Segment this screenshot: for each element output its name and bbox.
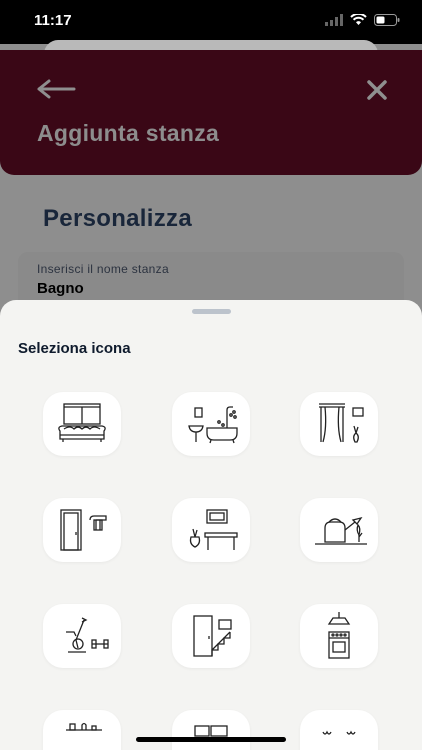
page-title: Aggiunta stanza: [37, 120, 220, 146]
icon-tile-tv-room[interactable]: [172, 710, 250, 750]
icon-tile-gym[interactable]: [43, 604, 121, 668]
signal-icon: [325, 14, 343, 26]
home-indicator[interactable]: [136, 737, 286, 742]
living-room-sofa-icon: [58, 403, 106, 442]
sheet-handle[interactable]: [192, 309, 231, 314]
status-icons: [325, 14, 400, 26]
entrance-door-icon: [60, 509, 107, 551]
icon-tile-bathroom[interactable]: [172, 392, 250, 456]
bedroom-window-icon: [319, 403, 364, 443]
icon-tile-stairs[interactable]: [172, 604, 250, 668]
bathroom-icon: [188, 406, 238, 444]
dining-room-icon: [189, 509, 238, 550]
back-button[interactable]: [36, 76, 76, 102]
gym-exercise-icon: [66, 617, 109, 653]
icon-tile-garden[interactable]: [300, 498, 378, 562]
terrace-icon: [322, 730, 356, 735]
tv-room-icon: [194, 725, 228, 737]
room-name-label: Inserisci il nome stanza: [37, 262, 169, 276]
icon-tile-dining[interactable]: [172, 498, 250, 562]
battery-icon: [374, 14, 400, 26]
wifi-icon: [350, 14, 367, 25]
icon-tile-bedroom[interactable]: [300, 392, 378, 456]
icon-picker-sheet: Seleziona icona: [0, 300, 422, 750]
garden-plants-icon: [315, 516, 367, 545]
status-bar: 11:17: [0, 0, 422, 44]
icon-tile-shelf[interactable]: [43, 710, 121, 750]
shelf-room-icon: [66, 722, 102, 731]
icon-tile-living-room[interactable]: [43, 392, 121, 456]
section-title: Personalizza: [43, 205, 192, 232]
kitchen-stove-icon: [327, 612, 351, 659]
close-icon: [367, 80, 387, 100]
status-time: 11:17: [34, 12, 72, 29]
icon-tile-entrance[interactable]: [43, 498, 121, 562]
icon-tile-terrace[interactable]: [300, 710, 378, 750]
room-name-value: Bagno: [37, 280, 84, 297]
arrow-left-icon: [37, 79, 76, 99]
close-button[interactable]: [365, 78, 389, 102]
stairs-room-icon: [193, 615, 232, 657]
sheet-title: Seleziona icona: [18, 340, 131, 357]
icon-tile-kitchen[interactable]: [300, 604, 378, 668]
modal-header: [0, 50, 422, 175]
